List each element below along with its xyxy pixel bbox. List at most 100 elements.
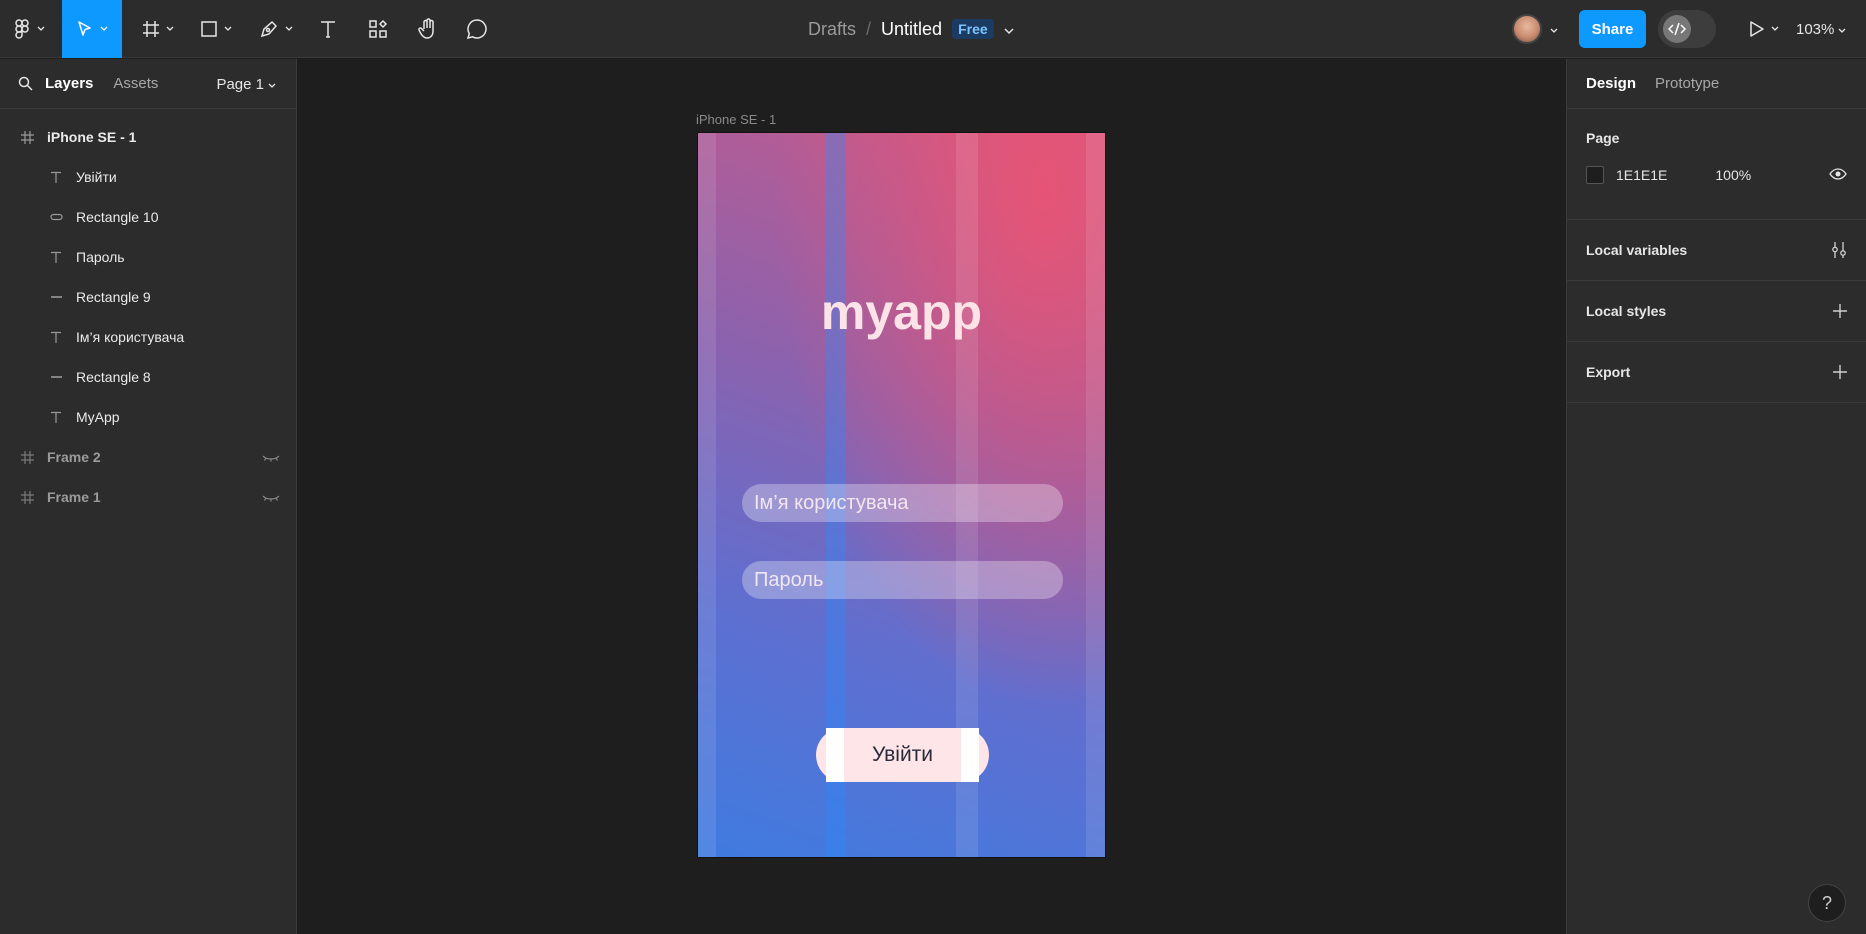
dev-mode-toggle[interactable] — [1658, 10, 1716, 48]
resources-icon — [368, 19, 388, 39]
layer-item[interactable]: Пароль — [0, 237, 296, 277]
layer-item[interactable]: Ім’я користувача — [0, 317, 296, 357]
chevron-down-icon — [285, 26, 293, 32]
button-highlight — [826, 728, 844, 782]
hidden-eye-icon[interactable] — [262, 449, 280, 465]
username-field[interactable]: Ім’я користувача — [742, 484, 1063, 522]
local-styles-section[interactable]: Local styles — [1567, 281, 1866, 342]
present-button[interactable] — [1742, 0, 1786, 58]
text-tool-button[interactable] — [313, 0, 343, 58]
chevron-down-icon — [1550, 21, 1558, 37]
page-color-hex[interactable]: 1E1E1E — [1616, 167, 1667, 183]
chevron-down-icon — [37, 26, 45, 32]
tab-prototype[interactable]: Prototype — [1655, 75, 1719, 92]
text-tool-icon — [319, 19, 337, 39]
frame-label[interactable]: iPhone SE - 1 — [696, 112, 776, 127]
pen-tool-button[interactable] — [254, 0, 298, 58]
section-title: Export — [1586, 364, 1631, 380]
share-button[interactable]: Share — [1579, 10, 1646, 48]
shape-tool-icon — [200, 20, 218, 38]
layer-name: Frame 1 — [47, 489, 101, 505]
tab-design[interactable]: Design — [1586, 75, 1636, 92]
layer-name: MyApp — [76, 409, 120, 425]
comment-icon — [466, 18, 488, 40]
page-section-title: Page — [1586, 130, 1620, 146]
layer-item[interactable]: MyApp — [0, 397, 296, 437]
shape-tool-button[interactable] — [194, 0, 238, 58]
text-layer-icon — [46, 171, 66, 184]
plus-icon[interactable] — [1833, 304, 1847, 318]
layer-name: Rectangle 8 — [76, 369, 151, 385]
page-opacity[interactable]: 100% — [1715, 167, 1751, 183]
layer-item[interactable]: Увійти — [0, 157, 296, 197]
layer-item[interactable]: Frame 2 — [0, 437, 296, 477]
local-variables-section[interactable]: Local variables — [1567, 220, 1866, 281]
design-canvas[interactable]: iPhone SE - 1 myapp Ім’я користувача Пар… — [298, 59, 1565, 934]
export-section[interactable]: Export — [1567, 342, 1866, 403]
tab-layers[interactable]: Layers — [45, 75, 93, 92]
username-placeholder: Ім’я користувача — [754, 491, 909, 514]
plus-icon[interactable] — [1833, 365, 1847, 379]
tab-assets[interactable]: Assets — [113, 75, 158, 92]
layers-panel: Layers Assets Page 1 iPhone SE - 1 Увійт… — [0, 59, 297, 934]
hand-tool-button[interactable] — [413, 0, 443, 58]
frame-tool-icon — [142, 20, 160, 38]
layer-list: iPhone SE - 1 Увійти Rectangle 10 Пароль… — [0, 109, 296, 517]
sliders-icon[interactable] — [1831, 241, 1847, 259]
move-tool-icon — [76, 20, 94, 38]
frame-icon — [17, 450, 37, 464]
text-layer-icon — [46, 251, 66, 264]
help-button[interactable]: ? — [1808, 884, 1846, 922]
chevron-down-icon — [224, 26, 232, 32]
layer-name: iPhone SE - 1 — [47, 129, 137, 145]
resources-button[interactable] — [363, 0, 393, 58]
top-toolbar: Drafts / Untitled Free Share 103% — [0, 0, 1866, 58]
eye-icon[interactable] — [1829, 167, 1847, 183]
plan-badge[interactable]: Free — [952, 19, 994, 39]
frame-tool-button[interactable] — [136, 0, 180, 58]
file-menu-chevron-icon[interactable] — [1004, 19, 1014, 40]
zoom-menu[interactable]: 103% — [1796, 0, 1846, 58]
page-selector[interactable]: Page 1 — [216, 59, 276, 109]
app-title[interactable]: myapp — [698, 283, 1105, 341]
text-layer-icon — [46, 411, 66, 424]
page-background-row: 1E1E1E 100% — [1586, 166, 1847, 184]
password-placeholder: Пароль — [754, 568, 824, 591]
move-tool-button[interactable] — [62, 0, 122, 58]
rectangle-layer-icon — [46, 213, 66, 221]
layer-name: Rectangle 10 — [76, 209, 159, 225]
line-layer-icon — [46, 375, 66, 379]
text-layer-icon — [46, 331, 66, 344]
file-name[interactable]: Untitled — [881, 19, 942, 40]
breadcrumb-separator: / — [866, 18, 872, 39]
chevron-down-icon — [268, 76, 276, 93]
layer-item[interactable]: Rectangle 8 — [0, 357, 296, 397]
section-title: Local variables — [1586, 242, 1688, 258]
layer-item[interactable]: Rectangle 9 — [0, 277, 296, 317]
section-title: Local styles — [1586, 303, 1667, 319]
search-icon[interactable] — [18, 76, 33, 91]
user-avatar-menu[interactable] — [1508, 11, 1570, 47]
page-section: Page 1E1E1E 100% — [1567, 109, 1866, 220]
frame-icon — [17, 490, 37, 504]
page-selector-label: Page 1 — [216, 75, 264, 93]
left-panel-tabs: Layers Assets Page 1 — [0, 59, 296, 109]
layer-item[interactable]: iPhone SE - 1 — [0, 117, 296, 157]
background-stripe — [698, 133, 716, 857]
button-highlight — [961, 728, 979, 782]
main-menu-button[interactable] — [10, 0, 50, 58]
hidden-eye-icon[interactable] — [262, 489, 280, 505]
comment-tool-button[interactable] — [462, 0, 492, 58]
chevron-down-icon — [100, 26, 108, 32]
layer-item[interactable]: Rectangle 10 — [0, 197, 296, 237]
login-button-label: Увійти — [871, 743, 934, 766]
page-color-swatch[interactable] — [1586, 166, 1604, 184]
password-field[interactable]: Пароль — [742, 561, 1063, 599]
iphone-frame[interactable]: myapp Ім’я користувача Пароль Увійти — [697, 132, 1106, 858]
pen-tool-icon — [259, 19, 279, 39]
background-stripe — [1086, 133, 1105, 857]
layer-item[interactable]: Frame 1 — [0, 477, 296, 517]
login-button[interactable]: Увійти — [816, 728, 989, 782]
chevron-down-icon — [166, 26, 174, 32]
drafts-link[interactable]: Drafts — [808, 19, 856, 40]
